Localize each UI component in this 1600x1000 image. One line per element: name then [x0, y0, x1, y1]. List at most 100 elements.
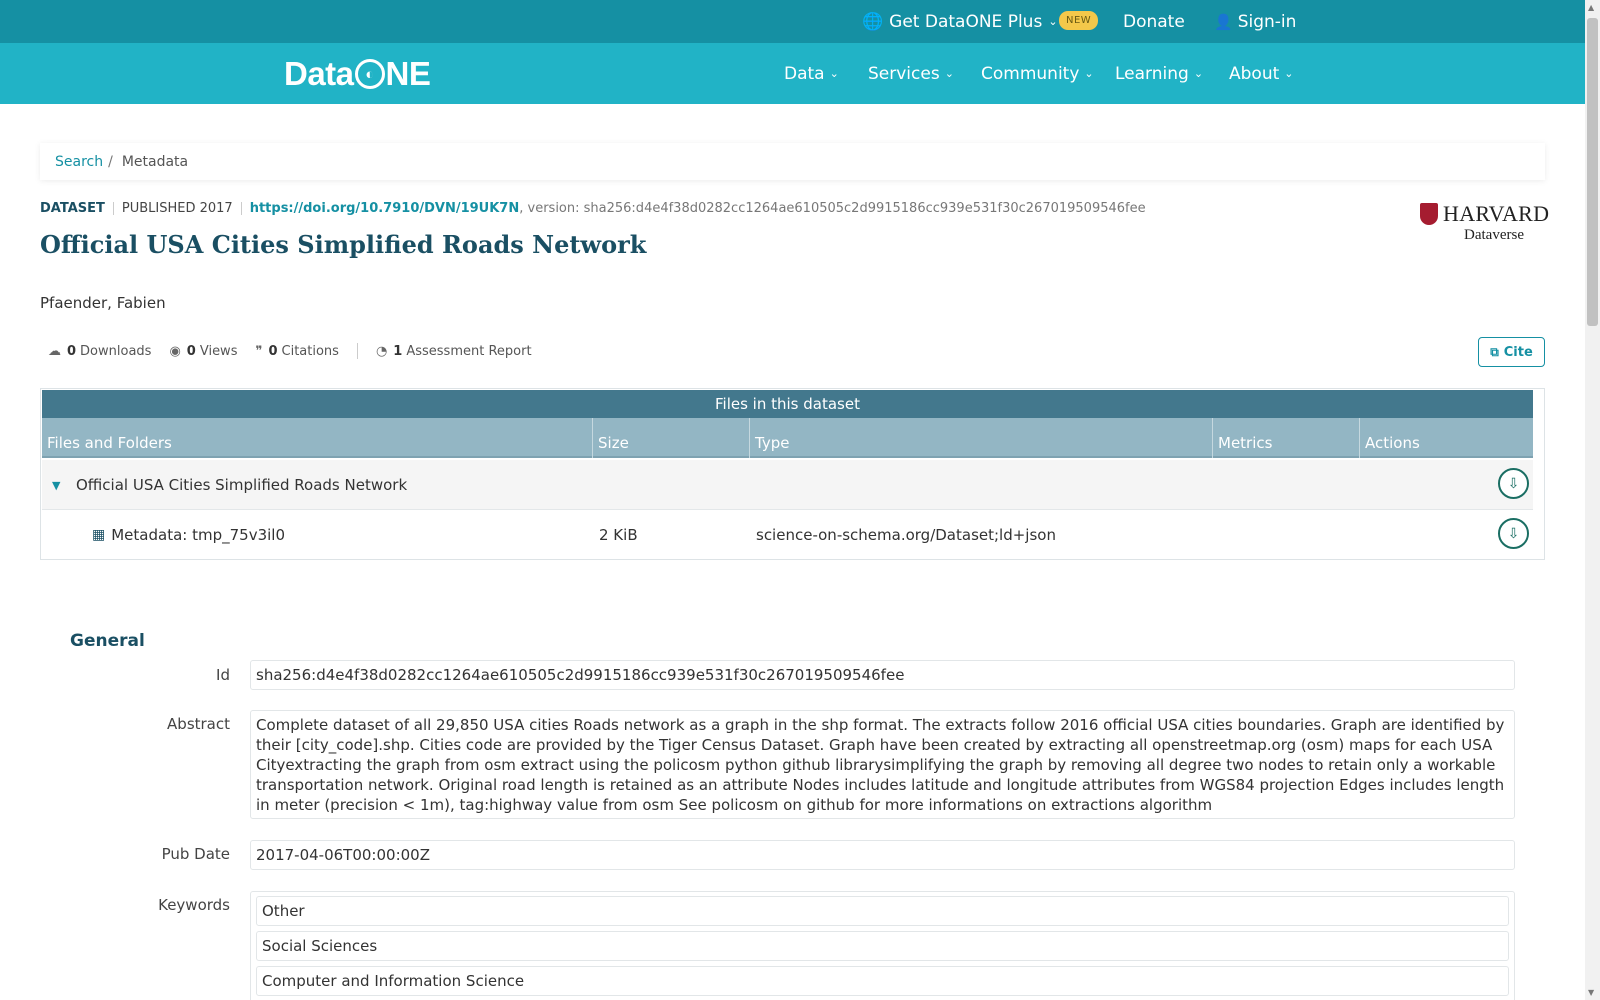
nav-item-services[interactable]: Services ⌄ — [868, 43, 954, 104]
column-metrics: Metrics — [1213, 418, 1360, 458]
breadcrumb-search-link[interactable]: Search — [55, 154, 103, 170]
nav-item-label: Data — [784, 63, 825, 84]
scroll-up-arrow-icon[interactable]: ▲ — [1588, 3, 1594, 12]
views-metric[interactable]: ◉ 0 Views — [169, 344, 237, 359]
globe-plus-icon: 🌐 — [862, 11, 884, 32]
divider — [112, 201, 114, 215]
gauge-icon: ◔ — [375, 343, 388, 359]
views-count: 0 — [186, 343, 196, 359]
breadcrumb-current: Metadata — [121, 153, 189, 170]
nav-item-label: Community — [981, 63, 1080, 84]
repository-subname: Dataverse — [1464, 227, 1524, 243]
keyword-item: Social Sciences — [256, 931, 1509, 961]
citations-count: 0 — [268, 343, 278, 359]
downloads-label: Downloads — [80, 343, 152, 359]
files-table-title: Files in this dataset — [42, 390, 1533, 418]
file-size: 2 KiB — [599, 526, 638, 544]
column-size: Size — [593, 418, 750, 458]
donate-link[interactable]: Donate — [1123, 0, 1185, 43]
sign-in-link[interactable]: 👤 Sign-in — [1214, 0, 1296, 43]
chevron-down-icon: ⌄ — [944, 67, 954, 80]
nav-item-label: About — [1229, 63, 1280, 84]
keyword-item: Other — [256, 896, 1509, 926]
cite-button[interactable]: ⧉ Cite — [1478, 337, 1545, 367]
main-navigation: Data ◐ NE Data ⌄ Services ⌄ Community ⌄ Lea… — [0, 43, 1585, 104]
cloud-download-icon: ⇩ — [1507, 475, 1520, 492]
nav-item-label: Services — [868, 63, 940, 84]
folder-name[interactable]: Official USA Cities Simplified Roads Net… — [76, 460, 407, 510]
top-utility-bar: 🌐 Get DataONE Plus ⌄ NEW Donate 👤 Sign-i… — [0, 0, 1585, 43]
column-type: Type — [750, 418, 1213, 458]
assessment-label: Assessment Report — [406, 343, 532, 359]
quote-icon: ❞ — [255, 343, 263, 359]
scroll-down-arrow-icon[interactable]: ▼ — [1588, 988, 1594, 997]
nav-item-data[interactable]: Data ⌄ — [784, 43, 839, 104]
dataset-title: Official USA Cities Simplified Roads Net… — [40, 230, 647, 259]
page-scrollbar[interactable]: ▲ ▼ — [1585, 0, 1600, 1000]
logo-text-data: Data — [284, 55, 354, 92]
version-string: , version: sha256:d4e4f38d0282cc1264ae61… — [519, 200, 1146, 216]
abstract-value: Complete dataset of all 29,850 USA citie… — [250, 710, 1515, 819]
divider — [356, 343, 358, 359]
doi-link[interactable]: https://doi.org/10.7910/DVN/19UK7N — [250, 201, 520, 216]
globe-icon: ◐ — [354, 59, 385, 89]
files-table: Files in this dataset Files and Folders … — [40, 388, 1545, 560]
cloud-download-icon: ⇩ — [1507, 525, 1520, 542]
downloads-count: 0 — [67, 343, 77, 359]
download-file-button[interactable]: ⇩ — [1498, 518, 1529, 549]
file-row[interactable]: ▦ Metadata: tmp_75v3il0 2 KiB science-on… — [42, 510, 1533, 560]
dataset-author[interactable]: Pfaender, Fabien — [40, 294, 166, 312]
eye-icon: ◉ — [169, 343, 181, 359]
assessment-report-link[interactable]: ◔ 1 Assessment Report — [376, 344, 532, 359]
logo-text-ne: NE — [385, 55, 431, 92]
assessment-count: 1 — [393, 343, 403, 359]
repository-name: HARVARD — [1443, 201, 1550, 226]
id-label: Id — [216, 666, 230, 684]
get-dataone-plus-menu[interactable]: 🌐 Get DataONE Plus ⌄ — [862, 0, 1058, 43]
abstract-label: Abstract — [167, 715, 230, 733]
sign-in-label: Sign-in — [1237, 11, 1297, 32]
published-year: PUBLISHED 2017 — [121, 200, 233, 216]
chevron-down-icon: ⌄ — [1048, 15, 1058, 28]
general-section-heading: General — [70, 631, 145, 651]
table-icon: ▦ — [92, 527, 106, 543]
downloads-metric[interactable]: ☁ 0 Downloads — [48, 344, 151, 359]
nav-item-community[interactable]: Community ⌄ — [981, 43, 1094, 104]
scrollbar-thumb[interactable] — [1587, 18, 1598, 326]
file-type: science-on-schema.org/Dataset;ld+json — [756, 526, 1056, 544]
dataone-logo[interactable]: Data ◐ NE — [284, 54, 431, 94]
breadcrumb: Search / Metadata — [40, 143, 1545, 180]
divider — [240, 201, 242, 215]
chevron-down-icon: ⌄ — [1284, 67, 1294, 80]
copy-icon: ⧉ — [1490, 344, 1499, 359]
folder-row[interactable]: ▼ Official USA Cities Simplified Roads N… — [42, 460, 1533, 510]
user-icon: 👤 — [1214, 12, 1233, 31]
file-name-cell[interactable]: ▦ Metadata: tmp_75v3il0 — [92, 510, 285, 560]
dataset-meta-line: DATASET PUBLISHED 2017 https://doi.org/1… — [40, 199, 1146, 217]
keywords-label: Keywords — [158, 896, 230, 914]
collapse-caret-icon[interactable]: ▼ — [52, 460, 60, 510]
file-name: Metadata: tmp_75v3il0 — [111, 526, 285, 544]
cloud-download-icon: ☁ — [48, 343, 61, 359]
nav-item-about[interactable]: About ⌄ — [1229, 43, 1293, 104]
harvard-dataverse-logo[interactable]: HARVARD Dataverse — [1420, 201, 1550, 245]
dataset-type-label: DATASET — [40, 200, 105, 216]
citations-label: Citations — [281, 343, 339, 359]
pub-date-value: 2017-04-06T00:00:00Z — [250, 840, 1515, 870]
new-badge: NEW — [1059, 11, 1099, 30]
keywords-list: Other Social Sciences Computer and Infor… — [250, 891, 1515, 1000]
citations-metric[interactable]: ❞ 0 Citations — [255, 344, 338, 359]
files-table-header: Files and Folders Size Type Metrics Acti… — [42, 418, 1533, 458]
chevron-down-icon: ⌄ — [1084, 67, 1094, 80]
harvard-shield-icon — [1420, 203, 1438, 225]
chevron-down-icon: ⌄ — [1193, 67, 1204, 80]
id-value: sha256:d4e4f38d0282cc1264ae610505c2d9915… — [250, 660, 1515, 690]
views-label: Views — [199, 343, 238, 359]
get-dataone-plus-label: Get DataONE Plus — [889, 11, 1043, 32]
download-folder-button[interactable]: ⇩ — [1498, 468, 1529, 499]
column-actions: Actions — [1365, 434, 1420, 452]
pub-date-label: Pub Date — [161, 845, 230, 863]
breadcrumb-separator: / — [108, 153, 113, 170]
nav-item-learning[interactable]: Learning ⌄ — [1115, 43, 1203, 104]
column-files-and-folders: Files and Folders — [42, 418, 593, 458]
